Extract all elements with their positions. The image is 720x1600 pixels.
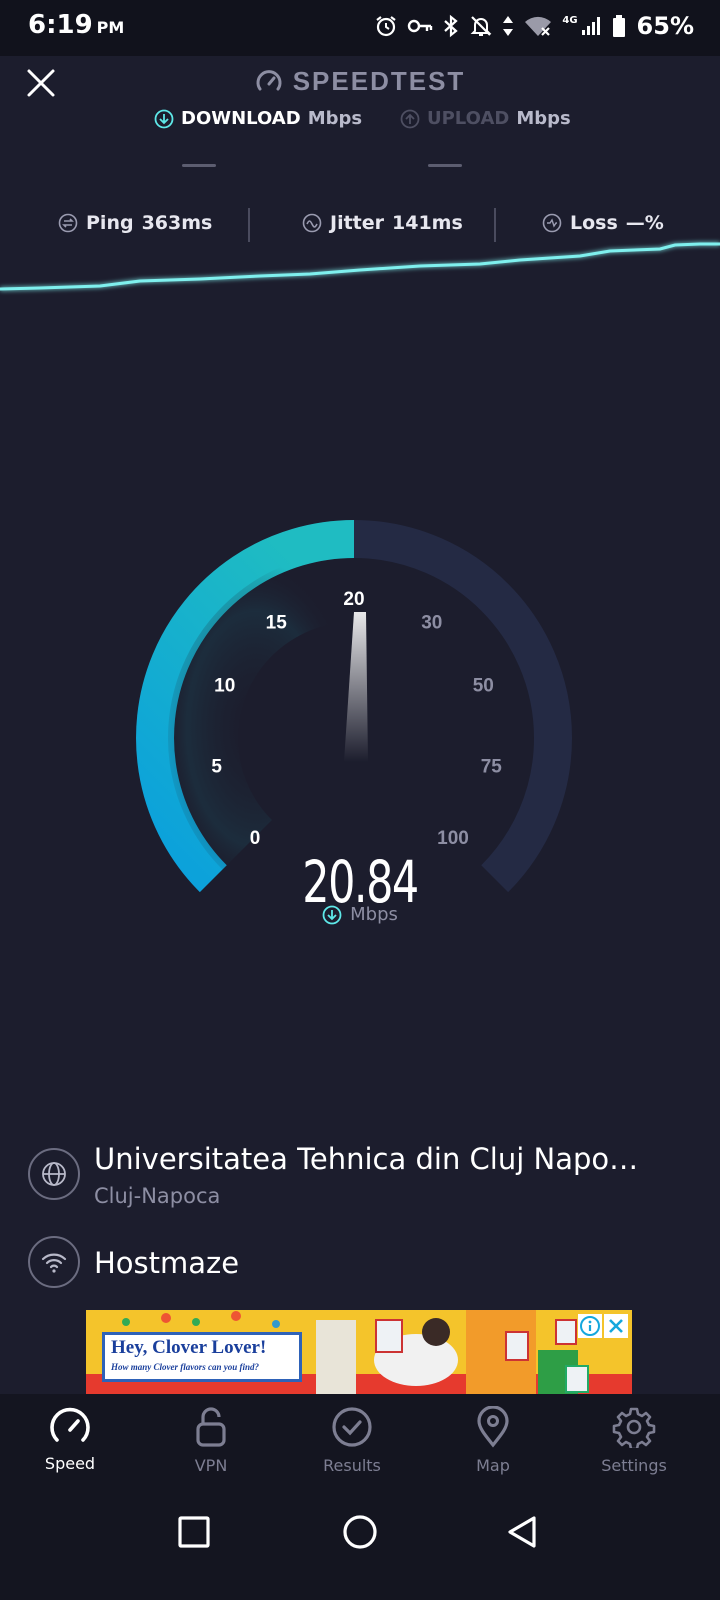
isp-name: Hostmaze [94,1246,240,1280]
upload-units: Mbps [516,108,571,129]
gauge-scale-label-5: 5 [211,756,222,777]
nav-vpn-label: VPN [194,1456,228,1475]
network-type: 4G [562,15,578,26]
download-value-placeholder [182,164,216,167]
ad-subtitle: How many Clover flavors can you find? [111,1362,259,1372]
bottom-navigation: Speed VPN Results Map Settings [0,1394,720,1490]
status-icons: 4G 65% [374,12,694,40]
loss-icon [542,213,562,233]
download-header: DOWNLOAD Mbps [154,108,362,129]
app-title-text: SPEEDTEST [292,66,466,96]
gauge-scale-label-0: 0 [250,828,261,849]
gauge-needle [344,612,368,762]
gauge-scale-label-100: 100 [437,828,469,849]
ad-banner[interactable]: Hey, Clover Lover! How many Clover flavo… [86,1310,632,1394]
alarm-icon [376,16,397,37]
speed-unit-label: Mbps [350,904,398,925]
battery-percent: 65% [636,12,694,40]
nav-settings-label: Settings [601,1456,667,1475]
download-label: DOWNLOAD [181,108,301,129]
ad-close-icon[interactable] [604,1314,628,1338]
recent-apps-icon[interactable] [172,1510,216,1554]
battery-icon [612,15,625,37]
vpn-key-icon [408,19,433,33]
bluetooth-icon [444,14,459,38]
home-icon[interactable] [338,1510,382,1554]
jitter-icon [302,213,322,233]
back-icon[interactable] [500,1510,544,1554]
nav-speed-label: Speed [44,1454,96,1473]
loss-value: —% [625,212,664,234]
gauge-scale-label-10: 10 [214,675,235,696]
download-units: Mbps [307,108,363,129]
ad-title: Hey, Clover Lover! [111,1337,267,1358]
nav-vpn[interactable]: VPN [161,1406,261,1486]
globe-icon [28,1148,80,1200]
ping-icon [58,213,78,233]
notifications-off-icon [470,16,492,36]
signal-icon [581,17,600,35]
wifi-off-icon [525,16,552,36]
gauge-scale-label-75: 75 [481,756,503,777]
ping-stat: Ping 363ms [58,212,212,234]
current-speed-unit: Mbps [0,904,720,925]
nav-results[interactable]: Results [302,1406,402,1486]
upload-label: UPLOAD [427,108,510,129]
upload-arrow-icon [400,109,420,128]
loss-stat: Loss —% [542,212,664,234]
speedometer-icon [50,1407,90,1442]
nav-settings[interactable]: Settings [584,1406,684,1486]
nav-results-label: Results [323,1456,381,1475]
speed-graph-line [0,242,720,291]
status-ampm: PM [96,18,125,37]
jitter-stat: Jitter 141ms [302,212,463,234]
server-location: Cluj-Napoca [94,1184,221,1208]
download-arrow-icon [154,109,174,128]
lock-icon [196,1407,226,1447]
ad-card: Hey, Clover Lover! How many Clover flavo… [102,1332,302,1382]
loss-label: Loss [570,212,618,234]
nav-map-label: Map [476,1456,510,1475]
nav-map[interactable]: Map [443,1406,543,1486]
isp-info: Hostmaze [28,1236,708,1292]
ping-label: Ping [86,212,134,234]
status-time-value: 6:19 [28,10,93,40]
speed-graph [0,242,720,291]
ping-value: 363ms [141,212,213,234]
jitter-value: 141ms [392,212,463,234]
jitter-label: Jitter [330,212,385,234]
gauge-scale-label-20: 20 [343,589,364,610]
gauge-scale-label-30: 30 [421,613,442,634]
status-time: 6:19 PM [28,10,124,40]
download-arrow-icon [322,905,342,924]
ad-info-icon[interactable] [578,1314,602,1338]
app-title: SPEEDTEST [0,66,720,97]
wifi-icon [28,1236,80,1288]
nav-speed[interactable]: Speed [20,1406,120,1486]
system-navigation-bar [0,1490,720,1600]
speedtest-logo-icon [256,69,282,90]
status-bar: 6:19 PM 4G 65% [0,0,720,56]
gauge-scale-label-15: 15 [266,613,288,634]
gauge-scale-label-50: 50 [473,675,494,696]
server-name: Universitatea Tehnica din Cluj Napo… [94,1142,639,1176]
gear-icon [612,1407,656,1448]
upload-value-placeholder [428,164,462,167]
server-info[interactable]: Universitatea Tehnica din Cluj Napo… Clu… [28,1140,708,1210]
map-pin-icon [477,1406,509,1448]
check-circle-icon [332,1407,372,1447]
upload-header: UPLOAD Mbps [400,108,571,129]
data-arrows-icon [503,16,514,36]
